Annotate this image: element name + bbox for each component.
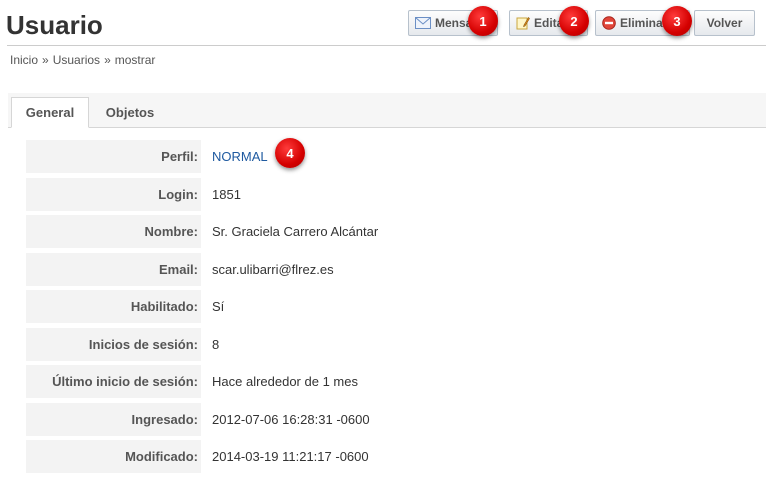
breadcrumb-current: mostrar (114, 53, 156, 67)
detail-label: Habilitado: (26, 290, 201, 323)
back-button-label: Volver (706, 16, 743, 30)
detail-label: Email: (26, 252, 201, 286)
detail-value: Sr. Graciela Carrero Alcántar (212, 224, 379, 239)
detail-label: Login: (26, 177, 201, 211)
detail-row-modificado: Modificado: 2014-03-19 11:21:17 -0600 (26, 440, 766, 473)
detail-row-ingresado: Ingresado: 2012-07-06 16:28:31 -0600 (26, 402, 766, 436)
detail-row-ultimo-inicio: Último inicio de sesión: Hace alrededor … (26, 365, 766, 398)
tab-general[interactable]: General (11, 97, 89, 128)
tab-objetos[interactable]: Objetos (91, 97, 169, 127)
step-badge: 1 (468, 6, 498, 36)
detail-value: 2012-07-06 16:28:31 -0600 (212, 411, 370, 427)
page-title: Usuario (6, 10, 103, 40)
detail-label: Modificado: (26, 440, 201, 473)
breadcrumb: Inicio» Usuarios» mostrar (10, 53, 155, 67)
detail-value: Hace alrededor de 1 mes (212, 374, 358, 389)
step-badge: 4 (275, 138, 305, 168)
detail-label: Inicios de sesión: (26, 327, 201, 361)
user-details: Perfil: NORMAL Login: 1851 Nombre: Sr. G… (26, 140, 766, 478)
detail-row-email: Email: scar.ulibarri@flrez.es (26, 252, 766, 286)
back-button[interactable]: Volver (694, 10, 755, 36)
step-badge: 3 (662, 6, 692, 36)
pencil-note-icon (516, 16, 530, 30)
detail-label: Último inicio de sesión: (26, 365, 201, 398)
breadcrumb-link-inicio[interactable]: Inicio (10, 53, 38, 67)
detail-value: 1851 (212, 186, 241, 202)
detail-label: Perfil: (26, 140, 201, 173)
header-divider (7, 45, 766, 46)
detail-row-nombre: Nombre: Sr. Graciela Carrero Alcántar (26, 215, 766, 248)
breadcrumb-separator: » (42, 53, 49, 67)
envelope-icon (415, 17, 431, 29)
detail-label: Ingresado: (26, 402, 201, 436)
detail-value: 8 (212, 336, 220, 352)
detail-value: scar.ulibarri@flrez.es (212, 261, 334, 277)
detail-row-habilitado: Habilitado: Sí (26, 290, 766, 323)
detail-value: Sí (212, 299, 225, 314)
no-entry-icon (602, 16, 616, 30)
detail-label: Nombre: (26, 215, 201, 248)
breadcrumb-separator: » (104, 53, 111, 67)
profile-link[interactable]: NORMAL (212, 140, 268, 173)
detail-value: 2014-03-19 11:21:17 -0600 (212, 449, 369, 464)
delete-button-label: Eliminar (620, 16, 668, 30)
step-badge: 2 (559, 6, 589, 36)
detail-row-login: Login: 1851 (26, 177, 766, 211)
detail-row-inicios: Inicios de sesión: 8 (26, 327, 766, 361)
breadcrumb-link-usuarios[interactable]: Usuarios (53, 53, 100, 67)
tab-bar: General Objetos (8, 93, 766, 128)
detail-row-perfil: Perfil: NORMAL (26, 140, 766, 173)
